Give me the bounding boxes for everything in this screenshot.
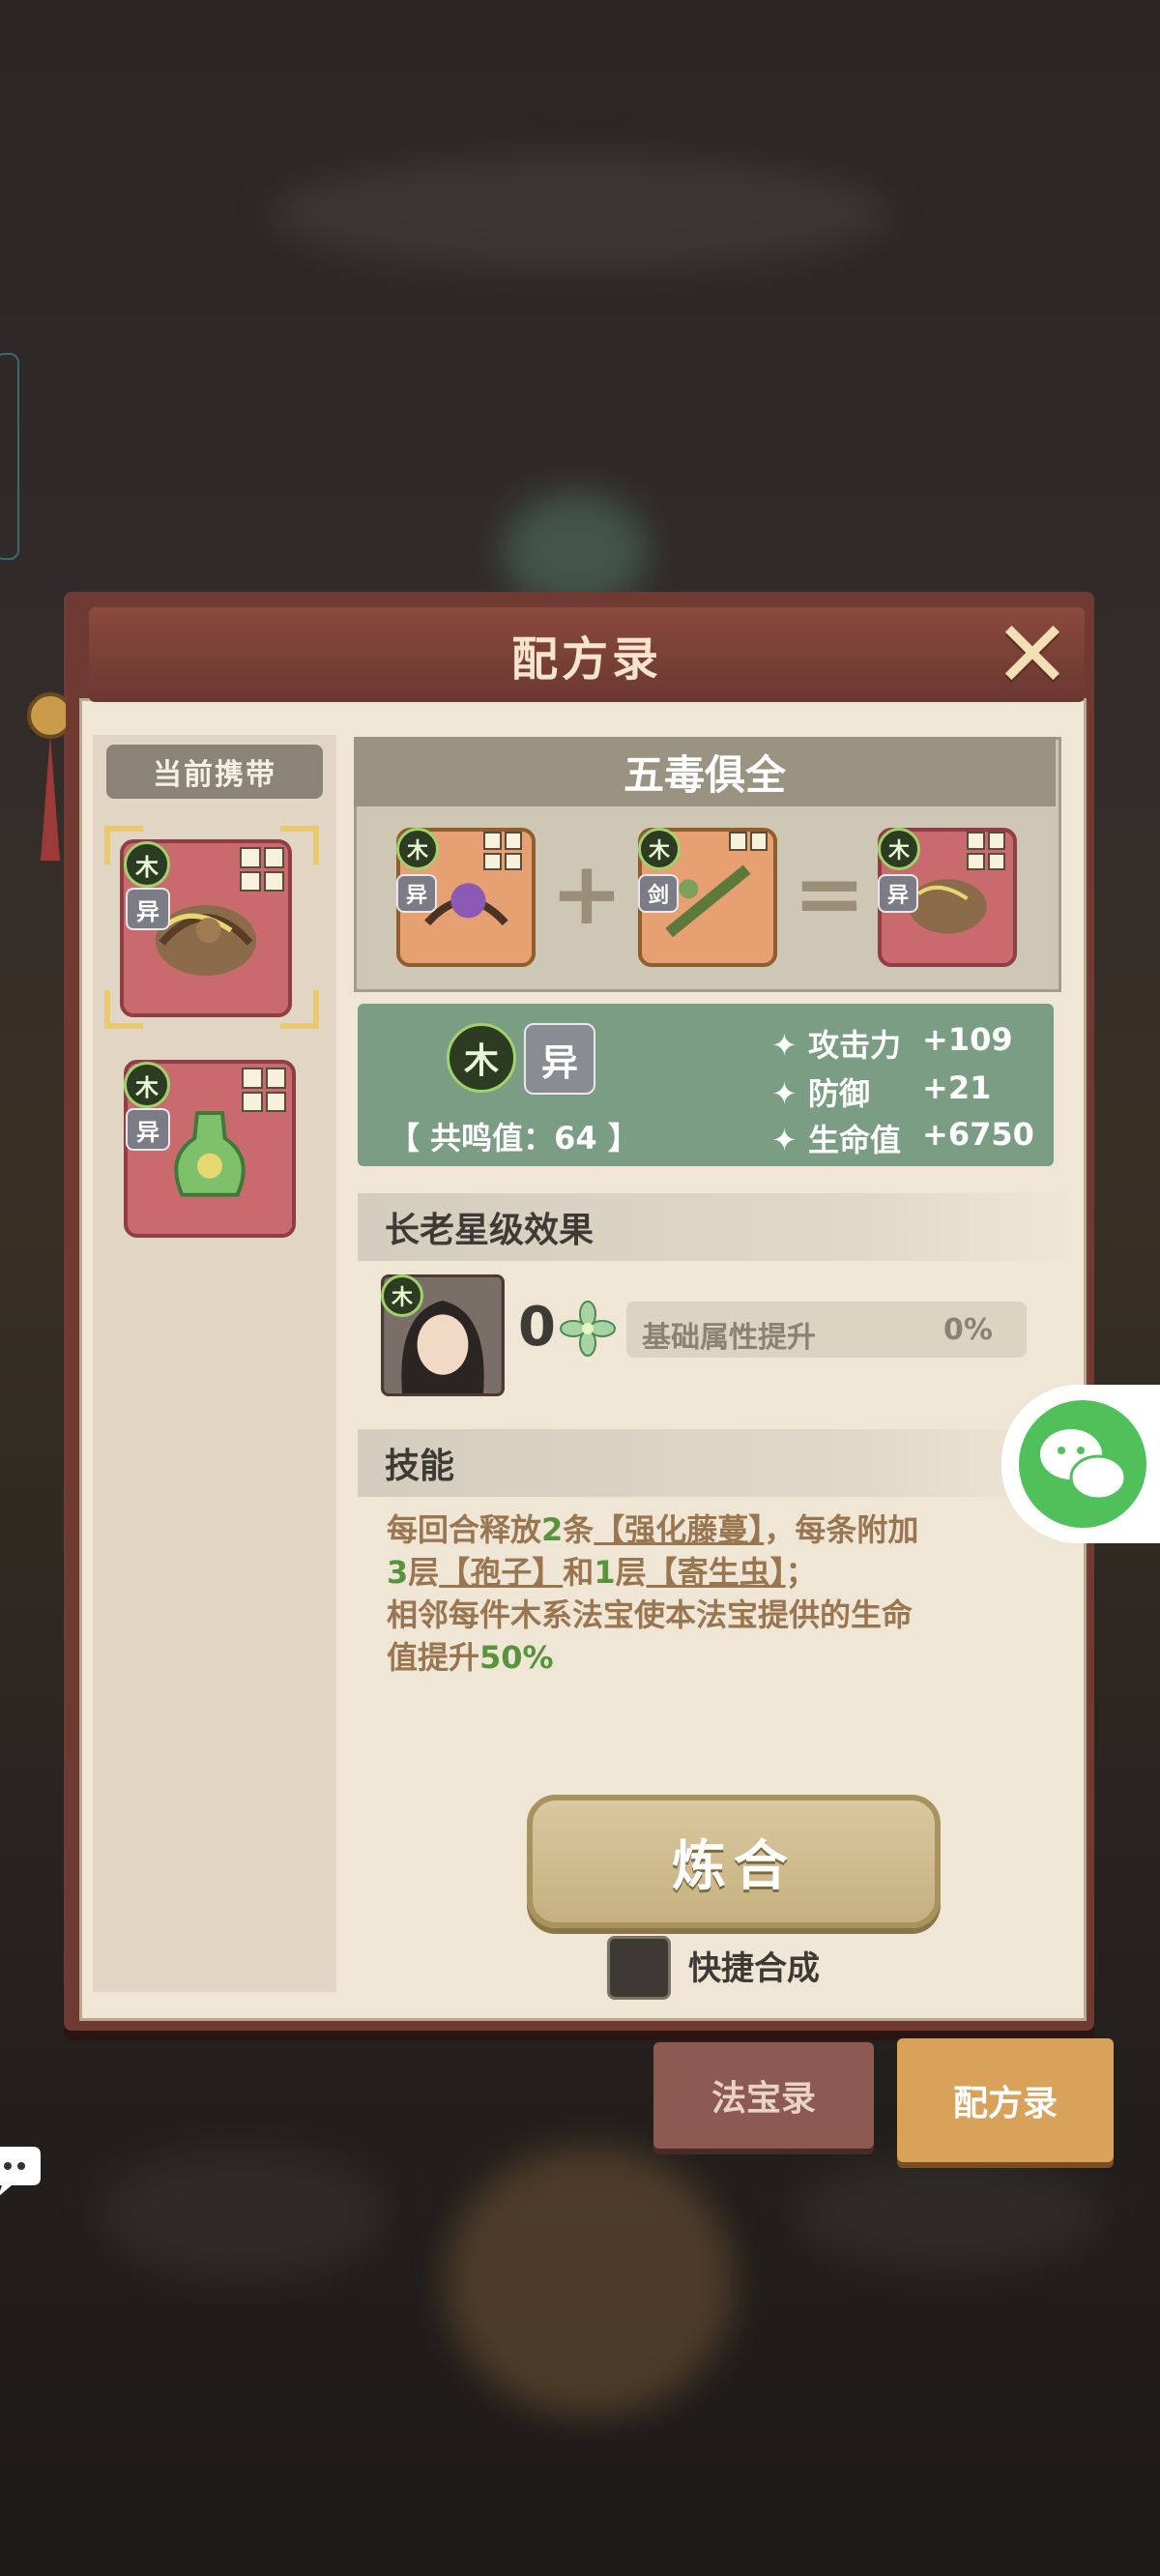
slot-grid-icon [729,832,768,851]
skill-text: 每回合释放 [387,1511,542,1548]
type-badge: 异 [878,874,918,913]
tab-recipe-records[interactable]: 配方录 [897,2038,1114,2162]
skill-keyword-link[interactable]: 【寄生虫】 [647,1554,786,1591]
slot-grid-icon [483,832,522,870]
skill-line-4: 值提升50% [387,1636,1025,1679]
type-badge: 异 [126,888,170,930]
wood-element-badge: 木 [124,841,170,888]
defense-label: ✦ 防御 [771,1075,870,1112]
bonus-label: 基础属性提升 [642,1321,816,1355]
selected-frame-corner [280,990,319,1029]
hp-label: ✦ 生命值 [771,1122,901,1158]
wood-element-badge: 木 [381,1274,423,1317]
skill-line-3: 相邻每件木系法宝使本法宝提供的生命 [387,1596,914,1633]
wood-element-badge: 木 [124,1062,170,1108]
side-handle[interactable] [0,353,19,560]
close-button[interactable]: ✕ [984,608,1081,701]
skill-text: 条 [563,1511,594,1548]
type-badge: 剑 [638,874,679,913]
equals-sign: = [793,843,866,945]
defense-label-text: 防御 [807,1075,870,1112]
skill-number: 50% [479,1639,554,1676]
recipe-name: 五毒俱全 [354,737,1056,806]
slot-grid-icon [242,1068,286,1112]
wechat-icon [1019,1400,1146,1528]
skill-text: 层 [615,1554,647,1591]
skill-text: ，每条附加 [764,1511,919,1548]
skill-number: 1 [594,1554,616,1591]
skill-line-2: 3层【孢子】和1层【寄生虫】； [387,1551,1025,1594]
wood-element-badge: 木 [878,828,920,870]
skill-line-1: 每回合释放2条【强化藤蔓】，每条附加 [387,1508,1025,1551]
type-badge: 异 [126,1108,170,1151]
skill-text: 层 [408,1554,440,1591]
skill-keyword-link[interactable]: 【强化藤蔓】 [594,1511,764,1548]
skill-description: 每回合释放2条【强化藤蔓】，每条附加 3层【孢子】和1层【寄生虫】； 相邻每件木… [387,1508,1025,1679]
selected-frame-corner [104,990,143,1029]
carried-header: 当前携带 [106,745,323,799]
type-badge: 异 [396,874,437,913]
attack-label-text: 攻击力 [807,1027,901,1064]
slot-grid-icon [967,832,1005,870]
wood-element-icon: 木 [447,1023,516,1093]
bg-glow [271,155,889,271]
defense-value: +21 [922,1069,992,1106]
wechat-float-button[interactable] [1001,1385,1160,1543]
title-bar: 配方录 [89,607,1085,702]
elder-star-count: 0 [518,1296,556,1359]
tassel-ornament [27,692,66,861]
hp-label-text: 生命值 [807,1122,901,1158]
tab-treasure-records[interactable]: 法宝录 [653,2042,874,2149]
star-flower-icon [560,1301,616,1357]
skill-keyword-link[interactable]: 【孢子】 [439,1554,563,1591]
chat-bubble-icon[interactable] [0,2147,41,2197]
hp-value: +6750 [922,1116,1034,1153]
quick-synthesis-checkbox[interactable] [607,1936,671,2000]
wood-element-badge: 木 [396,828,439,870]
wood-element-badge: 木 [638,828,681,870]
bonus-value: 0% [943,1313,993,1347]
quick-synthesis-label: 快捷合成 [688,1949,820,1988]
bg-glow [445,2147,735,2417]
skill-number: 3 [387,1554,409,1591]
refine-button[interactable]: 炼合 [527,1795,941,1928]
resonance-value: 【 共鸣值：64 】 [389,1120,639,1156]
bg-glow [793,2156,1102,2272]
skill-section-header: 技能 [358,1429,1073,1497]
attack-label: ✦ 攻击力 [771,1027,901,1064]
bg-glow [97,2147,387,2282]
plus-sign: + [550,843,624,945]
skill-text: ； [785,1554,817,1591]
attack-value: +109 [922,1021,1013,1058]
slot-grid-icon [240,847,284,892]
panel-title: 配方录 [510,632,662,687]
type-icon: 异 [524,1023,595,1095]
skill-text: 和 [563,1554,594,1591]
skill-number: 2 [541,1511,564,1548]
skill-text: 值提升 [387,1639,480,1676]
selected-frame-corner [280,826,319,864]
elder-section-header: 长老星级效果 [358,1193,1073,1261]
